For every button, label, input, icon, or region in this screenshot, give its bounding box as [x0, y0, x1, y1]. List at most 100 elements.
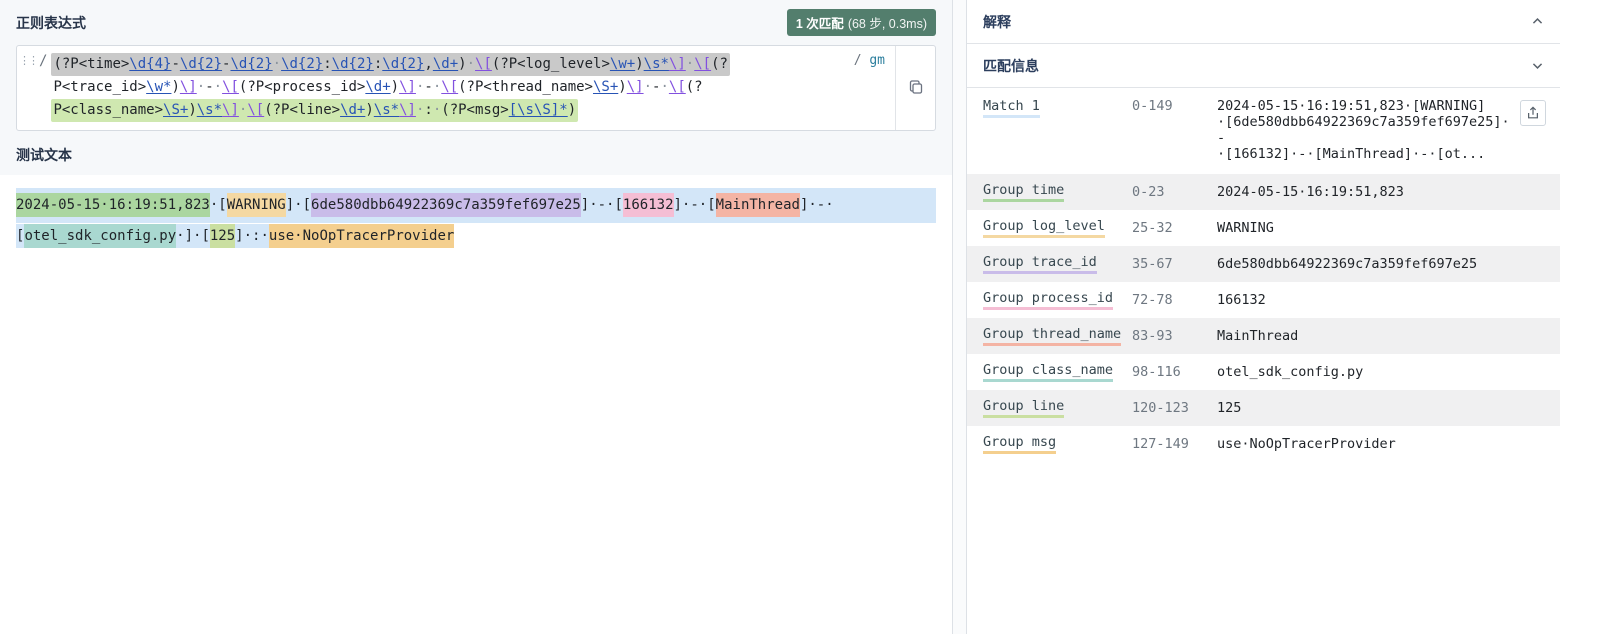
regex-token-br: \] — [399, 102, 416, 118]
group-highlight-msg: use·NoOpTracerProvider — [269, 224, 454, 248]
regex-token-esc: \S+ — [593, 79, 618, 95]
regex-token-br: \] — [669, 56, 686, 72]
regex-token-grp: ) — [365, 102, 373, 118]
match-value: 2024-05-15·16:19:51,823 — [1217, 184, 1520, 200]
regex-token-esc: \d+ — [365, 79, 390, 95]
regex-header-row: 正则表达式 1 次匹配(68 步, 0.3ms) — [16, 9, 936, 36]
regex-token-br: \[ — [247, 102, 264, 118]
copy-regex-button[interactable] — [904, 75, 928, 102]
regex-token-grp: P<class_name> — [53, 102, 163, 118]
match-segment: ]·-·[ — [581, 193, 623, 217]
group-label: Group trace_id — [983, 254, 1097, 274]
regex-token-esc: \d+ — [433, 56, 458, 72]
group-row: Group process_id72-78166132 — [967, 282, 1560, 318]
match-range: 35-67 — [1132, 256, 1217, 272]
group-label: Group msg — [983, 434, 1056, 454]
regex-token-esc: \d{4} — [129, 56, 171, 72]
regex-token-lit: : — [323, 56, 331, 72]
test-text-area[interactable]: 2024-05-15·16:19:51,823·[WARNING]·[6de58… — [0, 175, 952, 634]
regex-token-lit: : — [424, 102, 432, 118]
match-info-header[interactable]: 匹配信息 — [967, 44, 1560, 88]
group-label: Group thread_name — [983, 326, 1121, 346]
match-value: 2024-05-15·16:19:51,823·[WARNING] ·[6de5… — [1217, 98, 1520, 162]
regex-token-grp: ) — [188, 102, 196, 118]
regex-token-esc: \s* — [197, 102, 222, 118]
explanation-header[interactable]: 解释 — [967, 0, 1560, 44]
regex-token-grp: (?P<msg> — [441, 102, 508, 118]
regex-line: P<trace_id>\w*)\]·-·\[(?P<process_id>\d+… — [51, 76, 704, 99]
regex-token-dot: · — [467, 56, 475, 72]
export-match-button[interactable] — [1520, 100, 1546, 126]
group-highlight-process_id: 166132 — [623, 193, 674, 217]
regex-token-br: \[ — [441, 79, 458, 95]
regex-token-esc: \d{2} — [180, 56, 222, 72]
regex-token-lit: - — [171, 56, 179, 72]
regex-token-dot: · — [660, 79, 668, 95]
left-panel: 正则表达式 1 次匹配(68 步, 0.3ms) ⋮⋮ / (?P<time>\… — [0, 0, 952, 634]
regex-token-dot: · — [644, 79, 652, 95]
match-range: 72-78 — [1132, 292, 1217, 308]
regex-input[interactable]: ⋮⋮ / (?P<time>\d{4}-\d{2}-\d{2}·\d{2}:\d… — [16, 45, 936, 131]
regex-token-esc: \d+ — [340, 102, 365, 118]
match-highlight: [otel_sdk_config.py·]·[125]·:·use·NoOpTr… — [16, 224, 454, 248]
regex-token-grp: ) — [618, 79, 626, 95]
group-highlight-log_level: WARNING — [227, 193, 286, 217]
regex-token-lit: - — [424, 79, 432, 95]
regex-token-grp: ) — [391, 79, 399, 95]
regex-token-lit: : — [374, 56, 382, 72]
regex-token-grp: (?P<log_level> — [492, 56, 610, 72]
match-info-title: 匹配信息 — [983, 56, 1039, 76]
match-value: 166132 — [1217, 292, 1520, 308]
match-segment: ]·-· — [800, 193, 834, 217]
match-range: 120-123 — [1132, 400, 1217, 416]
regex-open-delimiter: / — [39, 46, 49, 130]
regex-token-grp: (?P<time> — [53, 56, 129, 72]
panel-resizer[interactable] — [952, 0, 967, 634]
match-steps-text: (68 步, 0.3ms) — [848, 17, 927, 31]
regex-token-br: \[ — [222, 79, 239, 95]
regex-token-esc: \d{2} — [332, 56, 374, 72]
regex-token-esc: \d{2} — [281, 56, 323, 72]
match-value: 6de580dbb64922369c7a359fef697e25 — [1217, 256, 1520, 272]
regex-token-esc: \d{2} — [382, 56, 424, 72]
right-panel: 解释 匹配信息 Match 10-1492024-05-15·16:19:51,… — [967, 0, 1622, 634]
regex-token-grp: (?P<line> — [264, 102, 340, 118]
group-row: Group class_name98-116otel_sdk_config.py — [967, 354, 1560, 390]
regex-flags[interactable]: / gm — [848, 46, 895, 130]
match-segment: ·[ — [210, 193, 227, 217]
regex-token-br: \[ — [694, 56, 711, 72]
regex-pattern[interactable]: (?P<time>\d{4}-\d{2}-\d{2}·\d{2}:\d{2}:\… — [49, 46, 847, 130]
test-text-title: 测试文本 — [16, 131, 936, 175]
match-range: 25-32 — [1132, 220, 1217, 236]
regex-token-grp: ) — [568, 102, 576, 118]
regex-token-grp: (? — [686, 79, 703, 95]
regex-token-grp: ) — [171, 79, 179, 95]
match-count-badge: 1 次匹配 (68 步, 0.3ms) — [787, 9, 936, 36]
match-range: 83-93 — [1132, 328, 1217, 344]
chevron-up-icon — [1531, 15, 1544, 28]
regex-token-esc: \s* — [644, 56, 669, 72]
group-label: Group log_level — [983, 218, 1105, 238]
regex-token-esc: \w+ — [610, 56, 635, 72]
regex-token-dot: · — [197, 79, 205, 95]
match-count-text: 1 次匹配 — [796, 17, 844, 31]
regex-token-br: \] — [222, 102, 239, 118]
regex-token-esc: \d{2} — [230, 56, 272, 72]
match-segment: ]·:· — [235, 224, 269, 248]
match-row: Match 10-1492024-05-15·16:19:51,823·[WAR… — [967, 88, 1560, 174]
drag-handle-icon[interactable]: ⋮⋮ — [17, 46, 39, 130]
group-label: Group class_name — [983, 362, 1113, 382]
group-row: Group time0-232024-05-15·16:19:51,823 — [967, 174, 1560, 210]
test-text-line: 2024-05-15·16:19:51,823·[WARNING]·[6de58… — [16, 188, 936, 223]
regex-token-esc: \s* — [374, 102, 399, 118]
regex-token-grp: (?P<thread_name> — [458, 79, 593, 95]
match-label: Match 1 — [983, 98, 1040, 118]
explanation-title: 解释 — [983, 12, 1011, 32]
regex-token-dot: · — [433, 79, 441, 95]
regex-token-grp: ) — [635, 56, 643, 72]
regex-token-esc: \w* — [146, 79, 171, 95]
match-value: otel_sdk_config.py — [1217, 364, 1520, 380]
regex-token-grp: (? — [711, 56, 728, 72]
regex-token-br: \] — [627, 79, 644, 95]
share-icon — [1526, 106, 1540, 120]
